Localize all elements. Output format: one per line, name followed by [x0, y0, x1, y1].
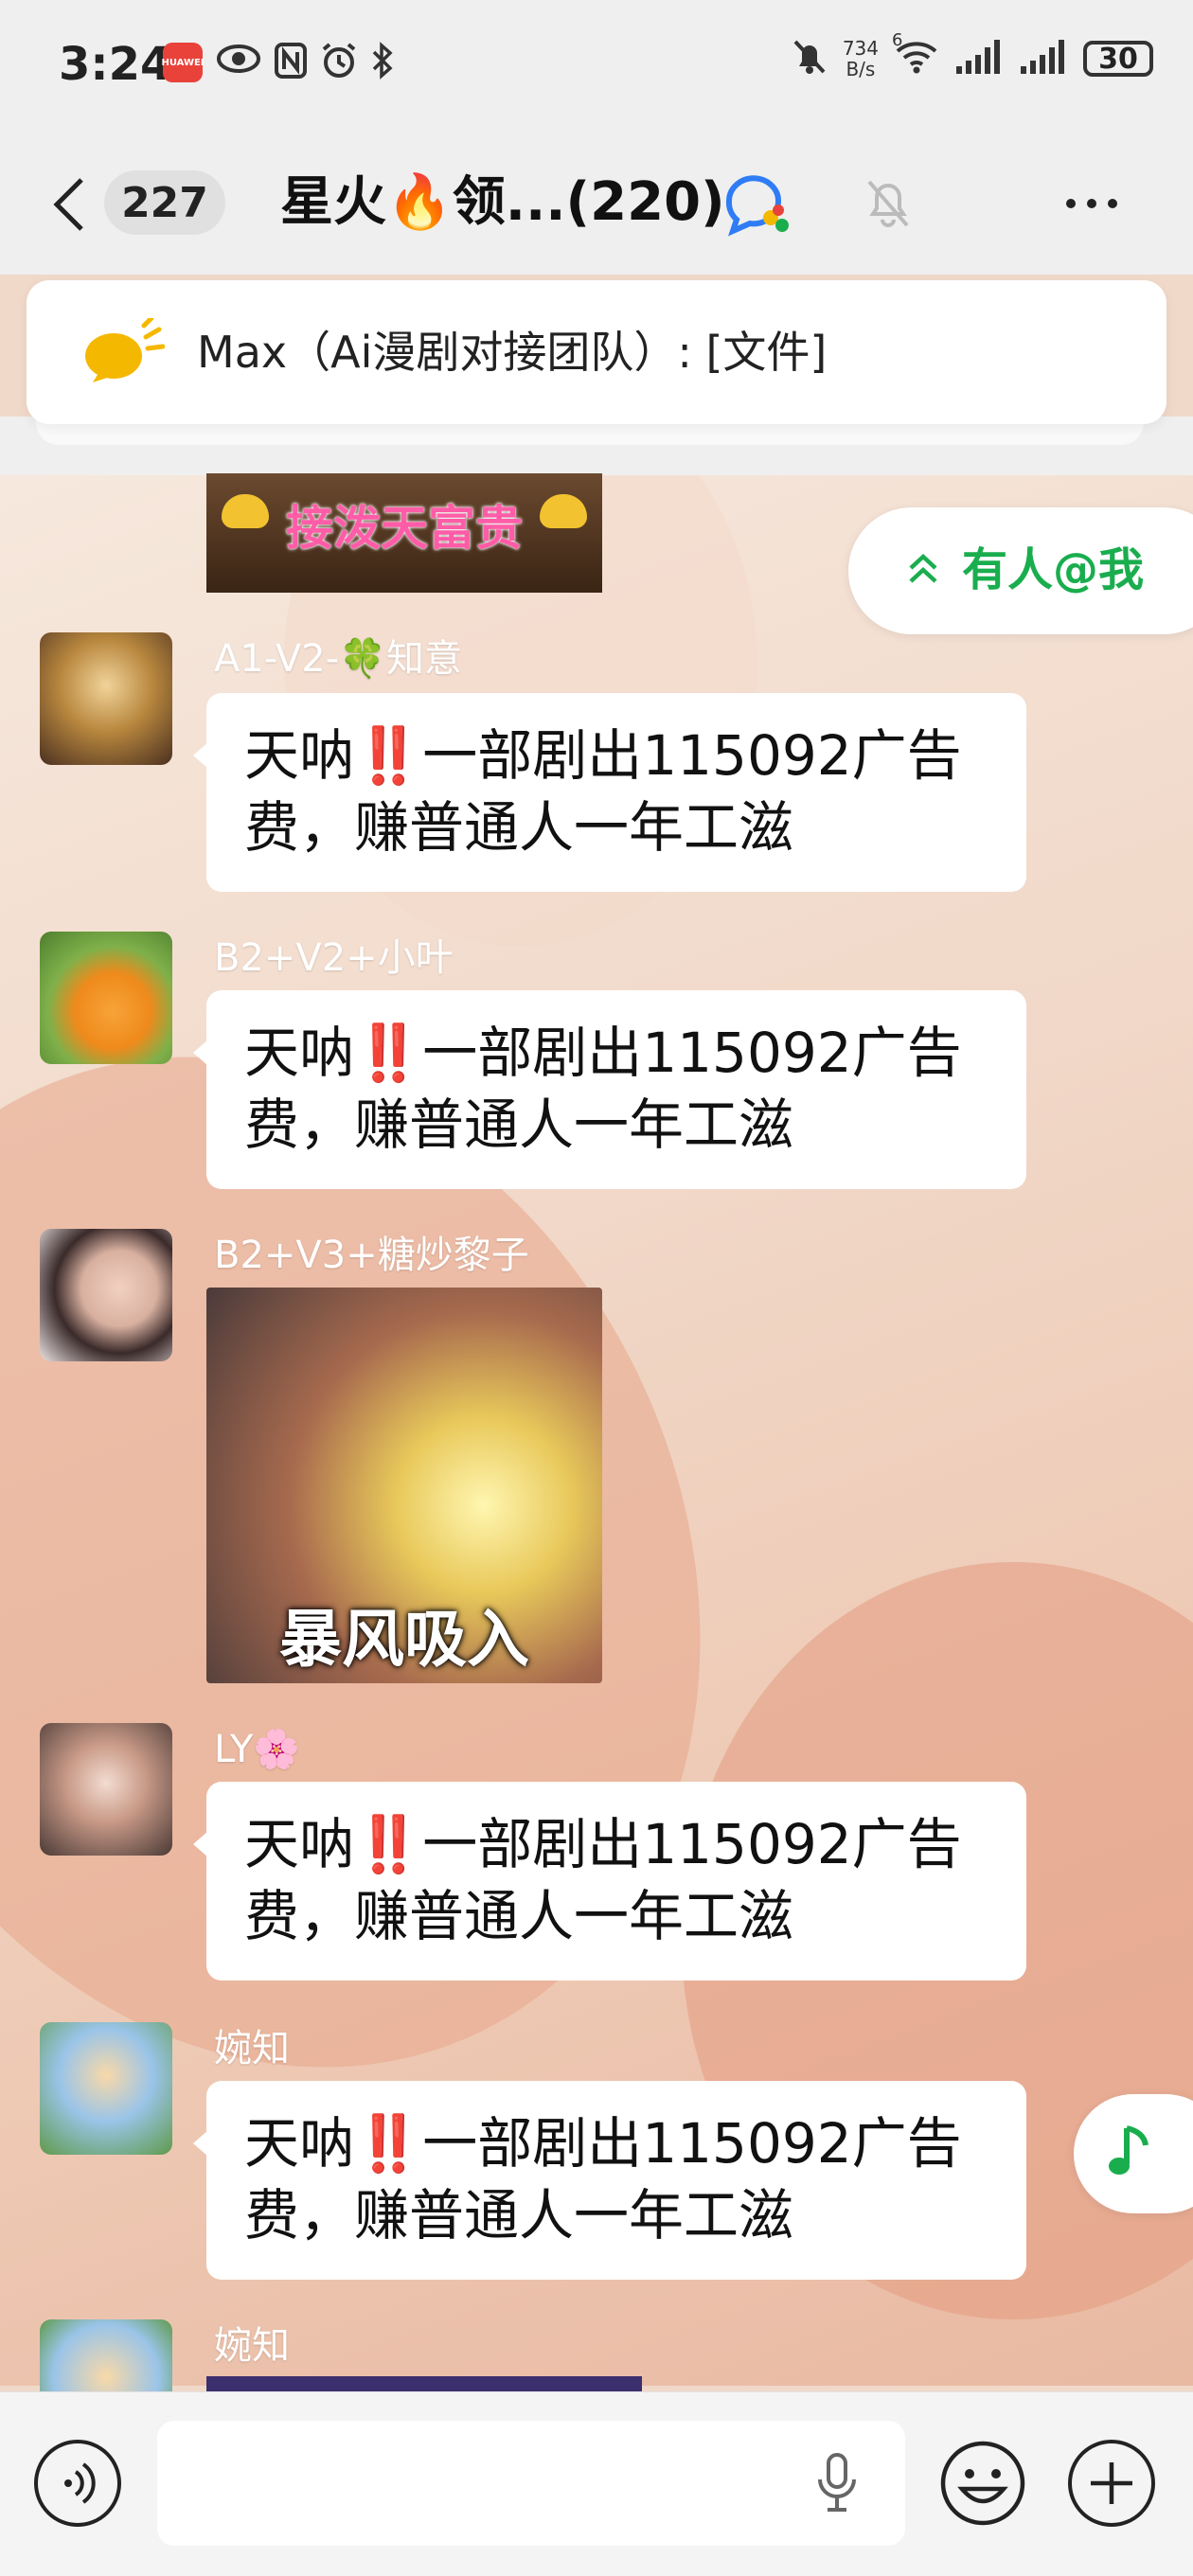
plus-icon[interactable] [1068, 2440, 1155, 2527]
double-exclamation-icon: ‼️ [354, 1021, 423, 1085]
status-icons-left: HUAWEI [161, 42, 394, 83]
battery-indicator: 30 [1083, 41, 1153, 77]
sender-name: B2+V2+小叶 [214, 936, 454, 980]
avatar[interactable] [40, 932, 172, 1064]
sender-name: 婉知 [214, 2324, 290, 2368]
avatar[interactable] [40, 632, 172, 765]
sticker-image[interactable]: 接泼天富贵 [206, 473, 602, 593]
bell-muted-icon[interactable] [864, 176, 913, 233]
pinned-notice[interactable]: Max（Ai漫剧对接团队）: [文件] [27, 280, 1166, 424]
pinned-notice-text: Max（Ai漫剧对接团队）: [文件] [197, 327, 828, 378]
net-speed: 734 B/s [843, 38, 879, 80]
music-player-button[interactable] [1074, 2094, 1193, 2213]
bell-muted-status-icon [792, 38, 828, 80]
double-exclamation-icon: ‼️ [354, 723, 423, 788]
signal-icon [954, 38, 1004, 80]
message-text: 天呐 [244, 2111, 355, 2176]
voice-mode-icon[interactable] [34, 2440, 121, 2527]
emoji-icon[interactable] [937, 2438, 1028, 2532]
message-text: 天呐 [244, 1812, 355, 1876]
sender-name: 婉知 [214, 2027, 290, 2070]
wifi-label: 6 [892, 30, 903, 50]
microphone-icon[interactable] [816, 2453, 858, 2517]
unread-count-badge[interactable]: 227 [104, 170, 225, 235]
nfc-icon [275, 43, 307, 82]
avatar[interactable] [40, 2022, 172, 2155]
message-text: 费，赚普通人一年工滋 [244, 795, 794, 860]
huawei-app-icon: HUAWEI [161, 43, 205, 82]
sticker-caption: 接泼天富贵 [286, 501, 523, 556]
message-text: 一部剧出115092广告 [422, 1021, 962, 1085]
sender-name: A1-V2-🍀知意 [214, 637, 462, 681]
message-text: 费，赚普通人一年工滋 [244, 1884, 794, 1948]
sender-name: B2+V3+糖炒黎子 [214, 1234, 529, 1277]
double-exclamation-icon: ‼️ [354, 1812, 423, 1876]
double-chevron-up-icon [907, 549, 939, 591]
mention-me-label: 有人@我 [962, 543, 1145, 596]
wifi-icon: 6 [892, 30, 939, 80]
double-exclamation-icon: ‼️ [354, 2111, 423, 2176]
input-bar [0, 2391, 1193, 2576]
message-text: 天呐 [244, 1021, 355, 1085]
message-text: 天呐 [244, 723, 355, 788]
avatar[interactable] [40, 1229, 172, 1361]
chat-title[interactable]: 星火🔥领...(220) [280, 170, 725, 235]
message-input[interactable] [157, 2421, 905, 2546]
signal-icon-2 [1019, 38, 1068, 80]
message-text: 费，赚普通人一年工滋 [244, 1093, 794, 1157]
message-bubble[interactable]: 天呐‼️一部剧出115092广告 费，赚普通人一年工滋 [193, 693, 1026, 892]
sticker-image[interactable]: 暴风吸入 [206, 1288, 602, 1683]
eye-icon [216, 42, 261, 83]
message-text: 一部剧出115092广告 [422, 1812, 962, 1876]
group-chat-icon[interactable] [721, 172, 797, 242]
message-text: 一部剧出115092广告 [422, 2111, 962, 2176]
status-time: 3:24 [59, 38, 172, 91]
message-bubble[interactable]: 天呐‼️一部剧出115092广告 费，赚普通人一年工滋 [193, 1782, 1026, 1981]
mention-me-button[interactable]: 有人@我 [848, 507, 1193, 634]
more-dots-icon[interactable] [1066, 199, 1117, 208]
status-bar: 3:24 HUAWEI 734 B/s 6 30 [0, 0, 1193, 133]
net-speed-value: 734 [842, 37, 879, 60]
message-text: 费，赚普通人一年工滋 [244, 2183, 794, 2247]
message-bubble[interactable]: 天呐‼️一部剧出115092广告 费，赚普通人一年工滋 [193, 990, 1026, 1189]
status-icons-right: 734 B/s 6 30 [792, 30, 1153, 80]
megaphone-icon [80, 315, 166, 388]
message-bubble[interactable]: 天呐‼️一部剧出115092广告 费，赚普通人一年工滋 [193, 2081, 1026, 2280]
chevron-left-icon[interactable] [49, 176, 87, 237]
net-speed-unit: B/s [846, 58, 876, 80]
avatar[interactable] [40, 1723, 172, 1856]
alarm-icon [320, 42, 358, 83]
message-text: 一部剧出115092广告 [422, 723, 962, 788]
sender-name: LY🌸 [214, 1728, 301, 1771]
sticker-caption: 暴风吸入 [279, 1603, 529, 1676]
avatar[interactable] [40, 2319, 172, 2391]
music-note-icon [1106, 2123, 1155, 2185]
bluetooth-icon [371, 42, 394, 83]
